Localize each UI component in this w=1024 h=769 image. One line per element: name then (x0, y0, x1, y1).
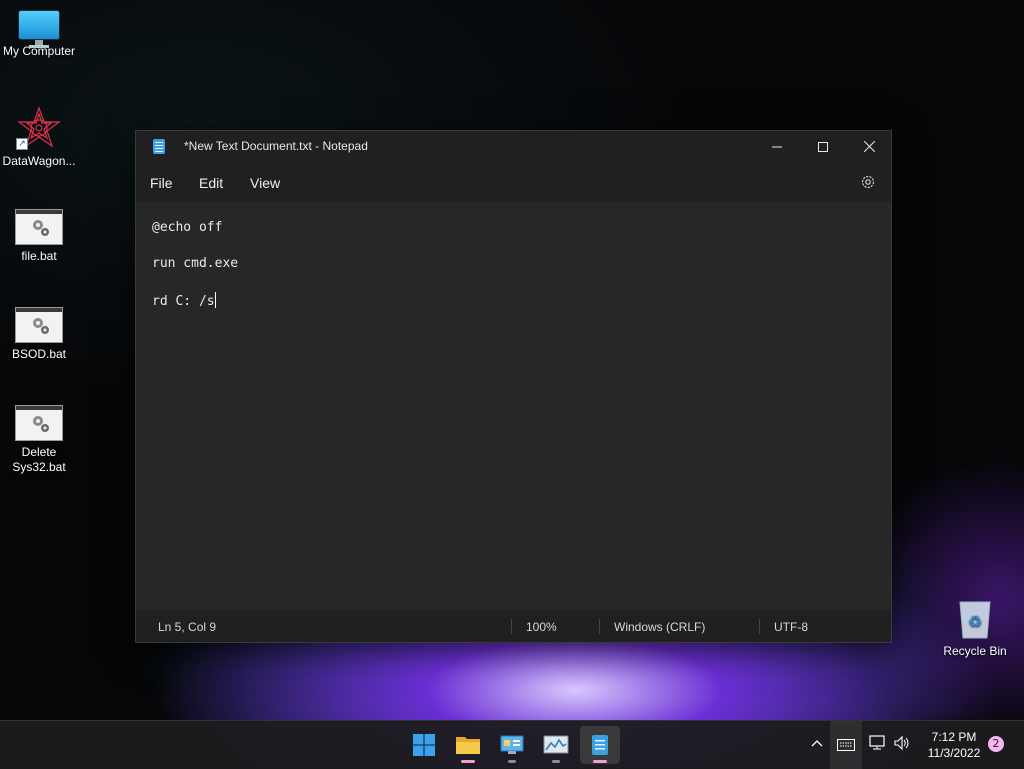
maximize-icon (818, 141, 828, 152)
editor-line: @echo off (152, 220, 223, 235)
file-explorer-button[interactable] (448, 726, 488, 764)
notepad-taskbar-button[interactable] (580, 726, 620, 764)
start-button[interactable] (404, 726, 444, 764)
folder-icon (456, 737, 480, 754)
batch-file-icon (15, 307, 63, 343)
desktop-icon-recycle-bin[interactable]: ♻ Recycle Bin (936, 598, 1014, 659)
close-button[interactable] (846, 131, 892, 162)
notepad-window[interactable]: *New Text Document.txt - Notepad File Ed… (135, 130, 892, 643)
desktop-icon-label: file.bat (21, 249, 57, 263)
editor-line-current: rd C: /s (152, 292, 216, 309)
status-bar: Ln 5, Col 9 100% Windows (CRLF) UTF-8 (136, 610, 891, 642)
desktop-icon-file-bat[interactable]: file.bat (0, 209, 78, 264)
desktop-icon-label: DataWagon... (2, 154, 76, 168)
notepad-icon (592, 735, 608, 755)
monitor-icon (18, 10, 60, 48)
window-title: *New Text Document.txt - Notepad (184, 139, 368, 153)
task-manager-icon (543, 735, 569, 754)
minimize-button[interactable] (754, 131, 800, 162)
line-ending: Windows (CRLF) (614, 620, 706, 634)
recycle-bin-icon: ♻ (956, 598, 994, 640)
menu-bar: File Edit View (136, 162, 891, 202)
datawagon-shortcut-icon: ↗ (16, 106, 62, 150)
cursor-position: Ln 5, Col 9 (158, 620, 217, 634)
desktop-icon-datawagon[interactable]: ↗ DataWagon... (0, 106, 78, 169)
clock-time: 7:12 PM (931, 730, 977, 744)
batch-file-icon (15, 209, 63, 245)
svg-text:♻: ♻ (968, 612, 982, 631)
taskbar: 7:12 PM 11/3/2022 (0, 720, 1024, 769)
chevron-up-icon[interactable] (811, 735, 823, 751)
menu-view[interactable]: View (250, 175, 280, 191)
text-caret (214, 292, 216, 308)
gear-icon (861, 175, 875, 189)
desktop-icon-bsod-bat[interactable]: BSOD.bat (0, 307, 78, 362)
batch-file-icon (15, 405, 63, 441)
desktop-icon-label: Delete Sys32.bat (12, 445, 66, 474)
notification-badge[interactable]: 2 (988, 736, 1004, 752)
close-icon (863, 141, 875, 152)
editor-line: run cmd.exe (152, 256, 239, 271)
control-panel-button[interactable] (492, 726, 532, 764)
notepad-icon (153, 139, 165, 154)
editor-line-text: rd C: /s (152, 294, 215, 309)
desktop-icon-label: BSOD.bat (11, 347, 67, 361)
keyboard-icon (837, 739, 855, 751)
menu-edit[interactable]: Edit (199, 175, 223, 191)
settings-button[interactable] (859, 173, 877, 191)
keyboard-button[interactable] (830, 721, 862, 769)
desktop-icon-delete-sys32-bat[interactable]: Delete Sys32.bat (0, 405, 78, 475)
maximize-button[interactable] (800, 131, 846, 162)
windows-logo-icon (413, 734, 435, 756)
menu-file[interactable]: File (150, 175, 173, 191)
text-editor[interactable]: @echo off run cmd.exe rd C: /s (136, 202, 891, 610)
control-panel-icon (500, 735, 524, 754)
volume-icon[interactable] (893, 735, 911, 754)
system-clock[interactable]: 7:12 PM 11/3/2022 (918, 729, 990, 761)
desktop-icon-my-computer[interactable]: My Computer (0, 10, 78, 59)
desktop-icon-label: Recycle Bin (943, 644, 1007, 658)
minimize-icon (772, 146, 782, 147)
encoding: UTF-8 (774, 620, 808, 634)
network-icon[interactable] (869, 735, 887, 754)
zoom-level: 100% (526, 620, 557, 634)
clock-date: 11/3/2022 (927, 746, 981, 760)
task-manager-button[interactable] (536, 726, 576, 764)
title-bar[interactable]: *New Text Document.txt - Notepad (136, 131, 891, 162)
